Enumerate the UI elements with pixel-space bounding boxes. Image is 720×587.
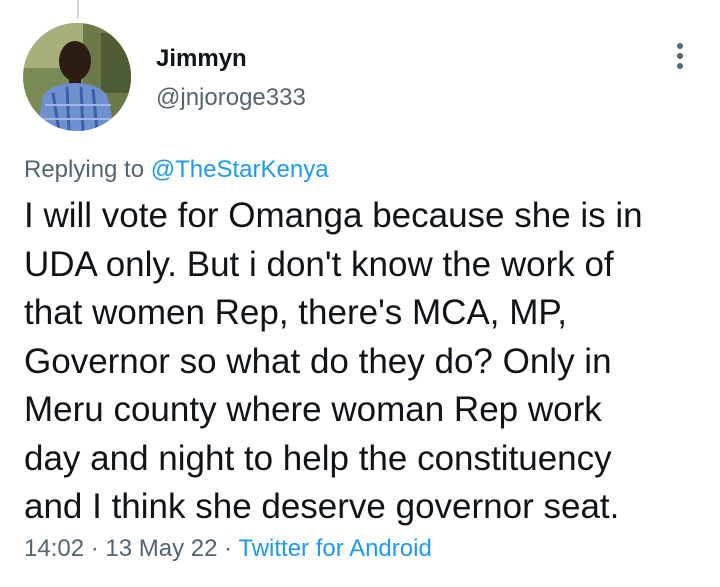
avatar[interactable] [23, 23, 131, 131]
separator-dot: · [84, 535, 106, 562]
tweet-source-link[interactable]: Twitter for Android [238, 535, 431, 562]
more-options-button[interactable] [664, 38, 696, 74]
tweet-text: I will vote for Omanga because she is in… [24, 192, 700, 532]
mention-link[interactable]: @TheStarKenya [151, 156, 329, 183]
tweet-metadata: 14:02 · 13 May 22 · Twitter for Android [24, 535, 432, 563]
tweet-date[interactable]: 13 May 22 [105, 535, 217, 562]
replying-to: Replying to @TheStarKenya [24, 156, 329, 184]
tweet-line: day and night to help the constituency [24, 438, 612, 478]
tweet-line: and I think she deserve governor seat. [24, 487, 620, 526]
avatar-photo [23, 23, 131, 131]
tweet-time[interactable]: 14:02 [24, 535, 84, 562]
thread-connector-line [77, 0, 79, 18]
tweet-line: Meru county where woman Rep work [24, 390, 602, 429]
author-handle[interactable]: @jnjoroge333 [156, 84, 306, 112]
tweet-line: that women Rep, there's MCA, MP, [24, 293, 567, 332]
tweet-line: I will vote for Omanga because she is in [24, 196, 643, 235]
tweet-line: UDA only. But i don't know the work of [24, 244, 614, 284]
tweet-line: Governor so what do they do? Only in [24, 341, 612, 381]
replying-to-label: Replying to [24, 156, 145, 183]
author-name[interactable]: Jimmyn [156, 45, 247, 73]
more-vertical-icon [677, 43, 683, 69]
separator-dot: · [217, 535, 239, 562]
